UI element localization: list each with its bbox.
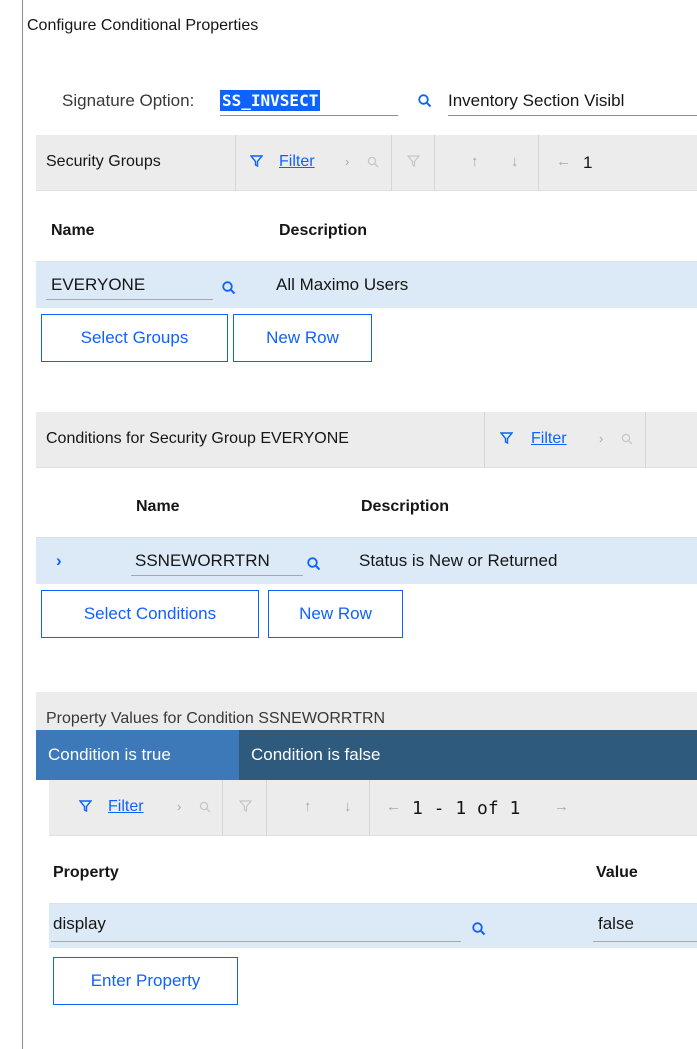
property-field[interactable] bbox=[51, 910, 461, 942]
chevron-right-icon[interactable]: › bbox=[345, 154, 349, 169]
chevron-expand-icon[interactable]: › bbox=[56, 551, 62, 571]
column-header-name[interactable]: Name bbox=[136, 498, 180, 516]
arrow-left-icon[interactable]: ← bbox=[386, 798, 401, 815]
signature-option-label: Signature Option: bbox=[62, 91, 195, 110]
property-values-pager: 1 - 1 of 1 bbox=[412, 798, 521, 819]
group-description: All Maximo Users bbox=[276, 275, 409, 294]
clear-filter-icon[interactable] bbox=[407, 155, 420, 168]
select-groups-button[interactable]: Select Groups bbox=[41, 314, 228, 362]
condition-tabs: Condition is true Condition is false bbox=[36, 730, 697, 780]
security-groups-toolbar: Security Groups Filter › ↑ ↓ ← 1 bbox=[36, 135, 697, 191]
column-header-description[interactable]: Description bbox=[279, 222, 367, 240]
condition-description: Status is New or Returned bbox=[359, 551, 558, 570]
arrow-right-icon[interactable]: → bbox=[554, 798, 569, 815]
table-row[interactable]: › SSNEWORRTRN Status is New or Returned bbox=[36, 538, 697, 584]
security-groups-table-header: Name Description bbox=[36, 202, 697, 262]
property-values-title: Property Values for Condition SSNEWORRTR… bbox=[46, 710, 386, 727]
arrow-down-icon[interactable]: ↓ bbox=[344, 798, 352, 815]
security-groups-pager: 1 bbox=[583, 153, 593, 172]
arrow-up-icon[interactable]: ↑ bbox=[471, 153, 479, 170]
arrow-up-icon[interactable]: ↑ bbox=[304, 798, 312, 815]
search-icon[interactable] bbox=[367, 156, 380, 169]
search-icon[interactable] bbox=[621, 433, 634, 446]
table-row[interactable]: display false bbox=[49, 904, 697, 948]
dialog-frame: Configure Conditional Properties Signatu… bbox=[22, 0, 697, 1049]
conditions-toolbar: Conditions for Security Group EVERYONE F… bbox=[36, 412, 697, 468]
column-header-description[interactable]: Description bbox=[361, 498, 449, 516]
search-icon[interactable] bbox=[199, 801, 212, 814]
dialog-title: Configure Conditional Properties bbox=[27, 17, 259, 34]
property-values-panel: Filter › ↑ ↓ ← 1 - 1 of 1 → Property Val… bbox=[49, 780, 697, 1049]
property-value: false bbox=[598, 914, 634, 933]
conditions-table-header: Name Description bbox=[36, 478, 697, 538]
filter-icon[interactable] bbox=[250, 155, 263, 168]
group-name: EVERYONE bbox=[51, 275, 146, 294]
new-row-button[interactable]: New Row bbox=[233, 314, 372, 362]
property-values-toolbar: Filter › ↑ ↓ ← 1 - 1 of 1 → bbox=[49, 780, 697, 836]
signature-option-value: SS_INVSECT bbox=[220, 90, 321, 111]
column-header-property[interactable]: Property bbox=[53, 864, 119, 882]
security-groups-filter-link[interactable]: Filter bbox=[279, 153, 315, 171]
column-header-name[interactable]: Name bbox=[51, 222, 95, 240]
signature-option-row: Signature Option: SS_INVSECT Inventory S… bbox=[23, 86, 697, 116]
table-row[interactable]: EVERYONE All Maximo Users bbox=[36, 262, 697, 308]
column-header-value[interactable]: Value bbox=[596, 864, 638, 882]
property-values-filter-link[interactable]: Filter bbox=[108, 798, 144, 816]
security-groups-title: Security Groups bbox=[46, 153, 161, 170]
signature-option-description: Inventory Section Visibl bbox=[448, 88, 697, 116]
enter-property-button[interactable]: Enter Property bbox=[53, 957, 238, 1005]
arrow-left-icon[interactable]: ← bbox=[556, 153, 571, 170]
search-icon[interactable] bbox=[306, 556, 322, 572]
filter-icon[interactable] bbox=[500, 432, 513, 445]
select-conditions-button[interactable]: Select Conditions bbox=[41, 590, 259, 638]
conditions-filter-link[interactable]: Filter bbox=[531, 430, 567, 448]
chevron-right-icon[interactable]: › bbox=[177, 799, 181, 814]
tab-condition-true[interactable]: Condition is true bbox=[36, 730, 239, 780]
filter-icon[interactable] bbox=[79, 800, 92, 813]
search-icon[interactable] bbox=[221, 280, 237, 296]
property-name: display bbox=[53, 914, 106, 933]
new-row-button[interactable]: New Row bbox=[268, 590, 403, 638]
conditions-title: Conditions for Security Group EVERYONE bbox=[46, 430, 349, 447]
property-values-table-header: Property Value bbox=[49, 844, 697, 904]
clear-filter-icon[interactable] bbox=[239, 800, 252, 813]
condition-name: SSNEWORRTRN bbox=[135, 551, 270, 570]
search-icon[interactable] bbox=[417, 93, 433, 109]
tab-condition-false[interactable]: Condition is false bbox=[239, 730, 392, 780]
chevron-right-icon[interactable]: › bbox=[599, 431, 603, 446]
arrow-down-icon[interactable]: ↓ bbox=[511, 153, 519, 170]
signature-option-field[interactable]: SS_INVSECT bbox=[220, 88, 398, 116]
search-icon[interactable] bbox=[471, 921, 487, 937]
